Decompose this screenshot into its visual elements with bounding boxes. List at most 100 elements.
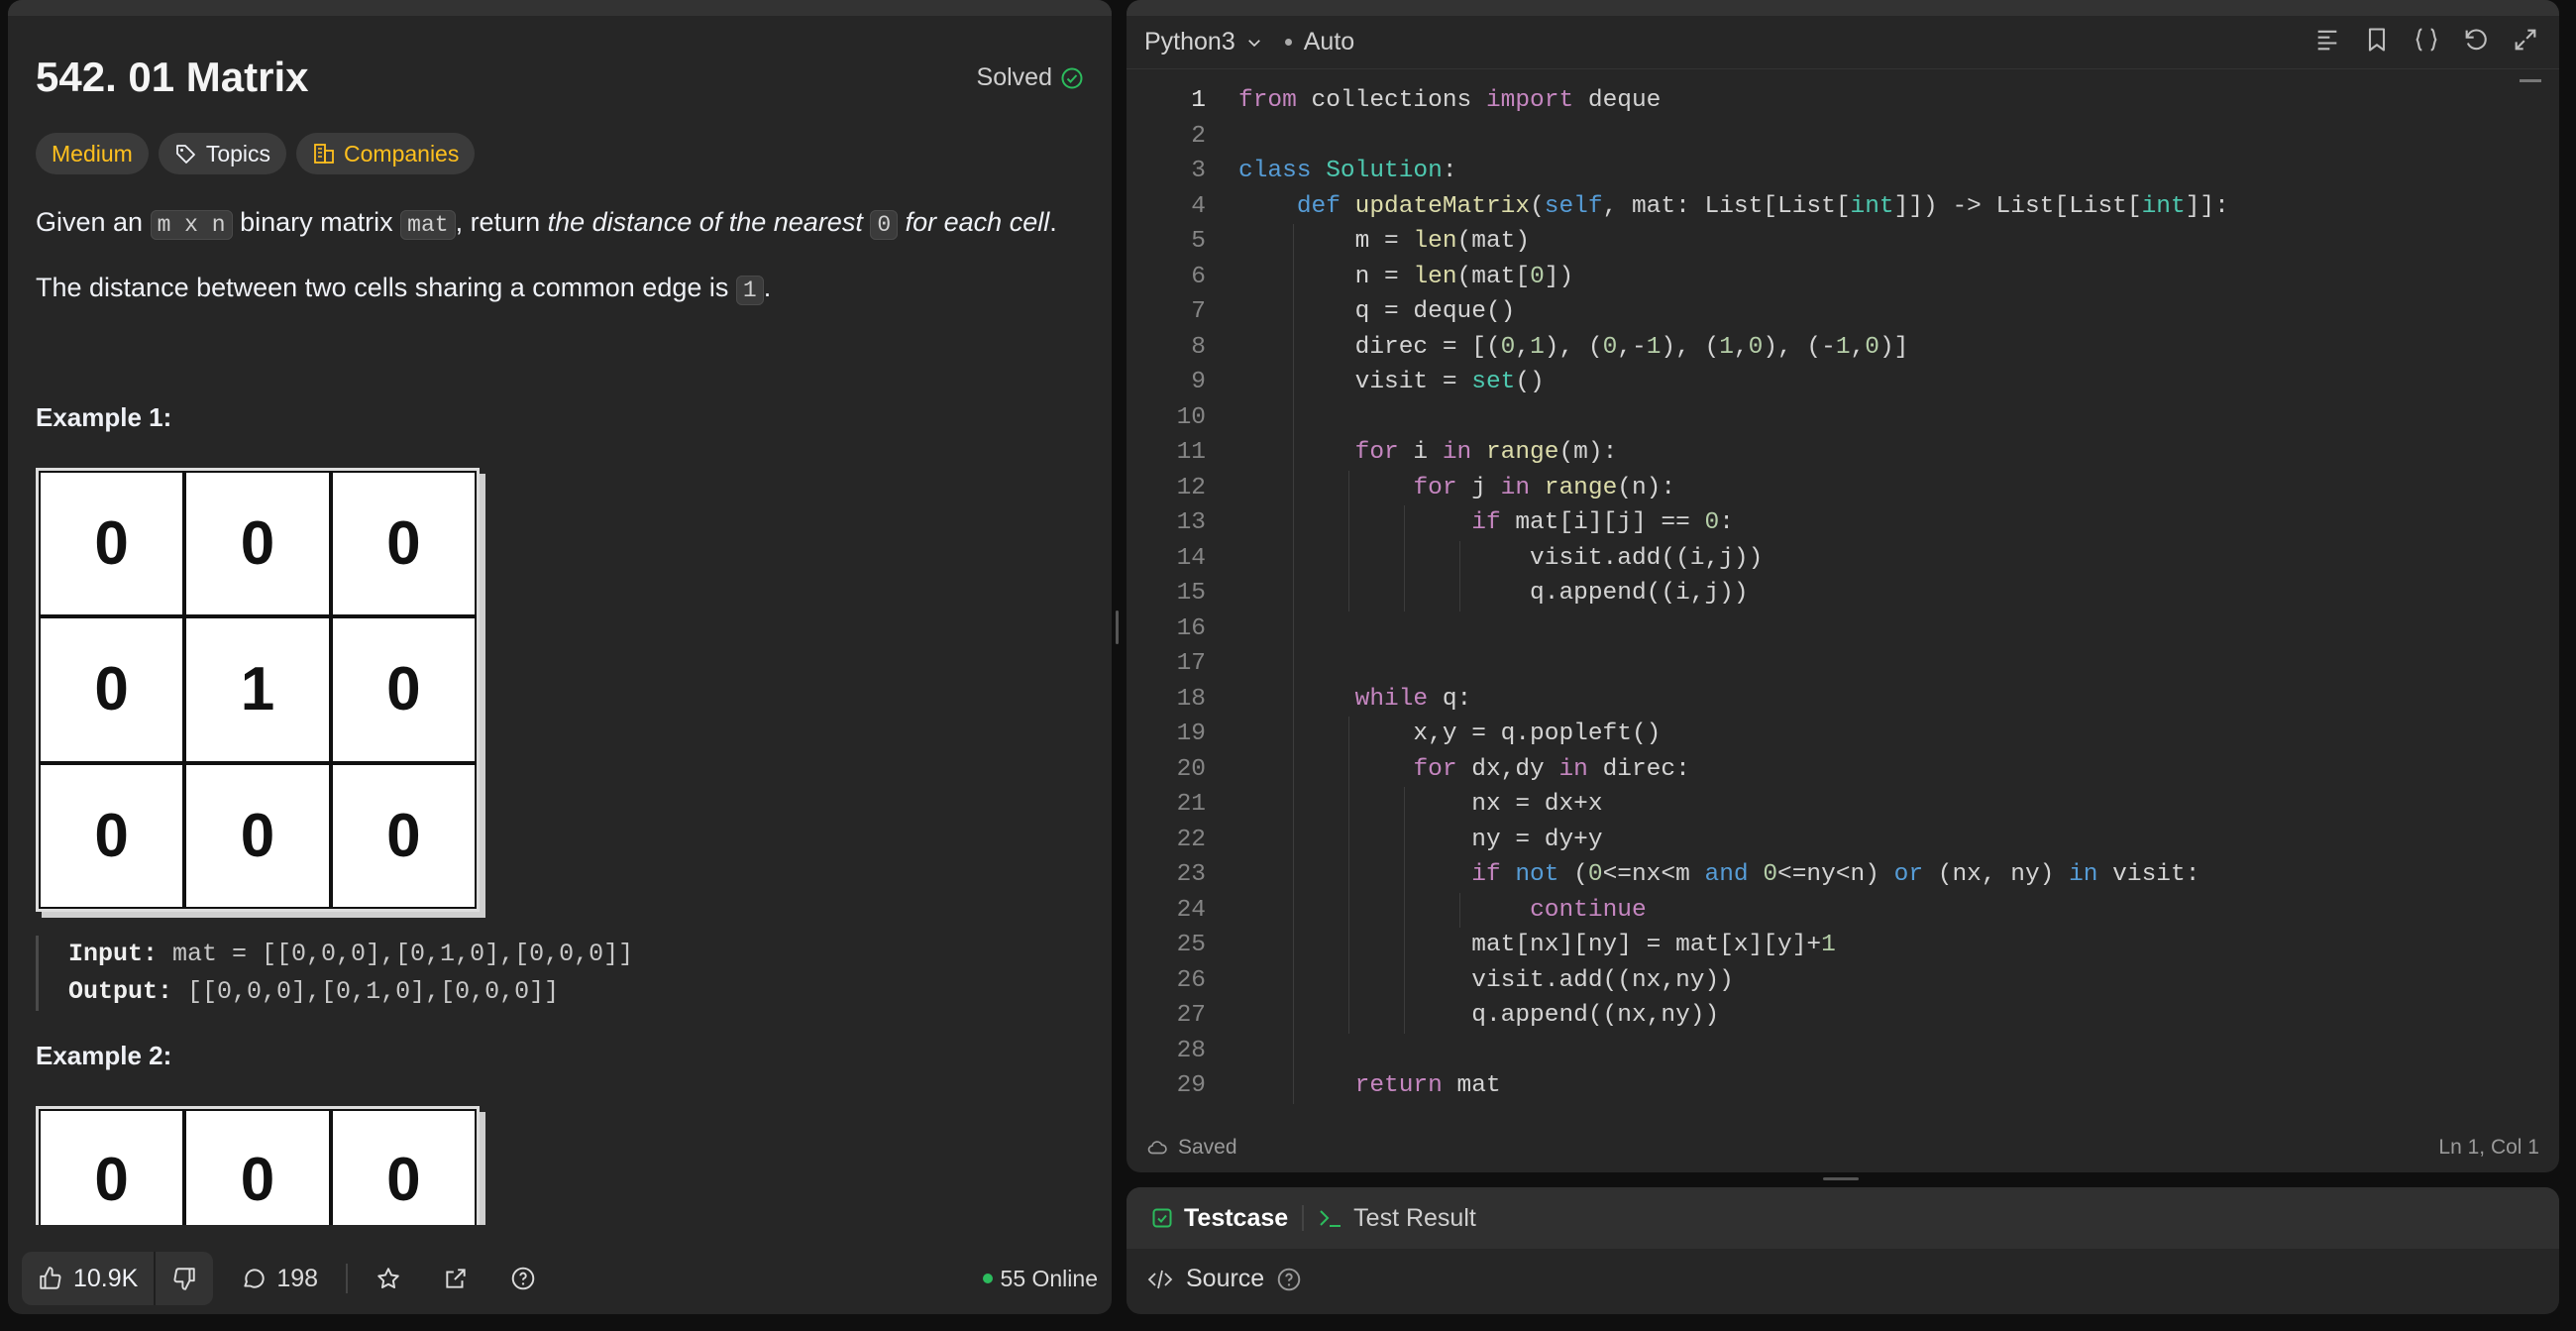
panel-tab-strip xyxy=(1127,0,2559,16)
code-line: 19 x,y = q.popleft() xyxy=(1127,717,2539,752)
grid-cell: 0 xyxy=(39,762,185,909)
source-toggle[interactable]: Source xyxy=(1146,1265,1302,1293)
tab-testcase[interactable]: Testcase xyxy=(1150,1204,1288,1233)
bookmark-icon[interactable] xyxy=(2363,26,2391,54)
braces-icon[interactable] xyxy=(2413,26,2440,54)
code-line: 10 xyxy=(1127,399,2539,435)
like-count: 10.9K xyxy=(73,1264,139,1292)
grid-cell: 0 xyxy=(330,762,477,909)
thumbs-up-icon xyxy=(40,1267,61,1289)
code-line: 20 for dx,dy in direc: xyxy=(1127,751,2539,787)
vertical-resize-handle[interactable] xyxy=(1116,610,1119,644)
example-1-title: Example 1: xyxy=(36,402,172,432)
horizontal-resize-handle[interactable] xyxy=(1823,1177,1859,1180)
editor-status-bar: Saved Ln 1, Col 1 xyxy=(1127,1123,2559,1172)
vote-box: 10.9K xyxy=(22,1252,214,1305)
dislike-button[interactable] xyxy=(156,1252,213,1305)
favorite-button[interactable] xyxy=(362,1266,415,1291)
tag-row: Medium Topics Companies xyxy=(36,133,476,174)
code-line: 6 n = len(mat[0]) xyxy=(1127,259,2539,294)
share-icon xyxy=(446,1269,466,1288)
grid-cell: 0 xyxy=(39,1109,185,1225)
code-line: 14 visit.add((i,j)) xyxy=(1127,540,2539,576)
reset-icon[interactable] xyxy=(2462,26,2490,54)
code-area[interactable]: 1 from collections import deque 2 3 class … xyxy=(1127,83,2539,1104)
example-2-grid-image: 0 0 0 xyxy=(36,1106,480,1225)
tab-test-result[interactable]: Test Result xyxy=(1318,1204,1476,1233)
code-line: 25 mat[nx][ny] = mat[x][y]+1 xyxy=(1127,928,2539,963)
grid-cell: 0 xyxy=(330,471,477,617)
code-line: 4 def updateMatrix(self, mat: List[List[… xyxy=(1191,192,2229,220)
code-icon xyxy=(1147,1270,1173,1288)
cursor-position: Ln 1, Col 1 xyxy=(2438,1136,2539,1159)
code-line: 28 xyxy=(1127,1033,2539,1068)
problem-description: 542. 01 Matrix Solved Medium Topics Comp… xyxy=(36,16,1088,1225)
difficulty-tag[interactable]: Medium xyxy=(36,133,149,174)
check-circle-icon xyxy=(1061,67,1083,88)
format-lines-icon[interactable] xyxy=(2313,26,2341,54)
grid-cell: 0 xyxy=(330,616,477,763)
grid-cell: 0 xyxy=(39,471,185,617)
comment-count: 198 xyxy=(276,1264,319,1292)
problem-title: 542. 01 Matrix xyxy=(36,54,309,100)
code-line: 11 for i in range(m): xyxy=(1127,435,2539,471)
code-line: 15 q.append((i,j)) xyxy=(1127,576,2539,611)
example-1-grid-image: 0 0 0 0 1 0 0 0 0 xyxy=(36,468,480,912)
solved-status: Solved xyxy=(977,63,1084,92)
solved-label: Solved xyxy=(976,63,1052,91)
help-button[interactable] xyxy=(496,1266,550,1291)
checkbox-icon xyxy=(1152,1208,1172,1228)
editor-scroll-marker xyxy=(2520,79,2541,82)
grid-cell: 0 xyxy=(330,1109,477,1225)
code-line: 22 ny = dy+y xyxy=(1127,822,2539,857)
grid-cell: 0 xyxy=(39,616,185,763)
grid-cell: 1 xyxy=(184,616,331,763)
question-circle-icon[interactable] xyxy=(1276,1267,1302,1292)
editor-toolbar: Python3 Auto xyxy=(1127,16,2559,69)
code-line: 8 direc = [(0,1), (0,-1), (1,0), (-1,0)] xyxy=(1127,329,2539,365)
code-line: 12 for j in range(n): xyxy=(1127,470,2539,505)
expand-icon[interactable] xyxy=(2512,26,2539,54)
online-dot xyxy=(982,1274,993,1283)
comment-icon xyxy=(244,1269,265,1288)
code-line: 27 q.append((nx,ny)) xyxy=(1127,998,2539,1034)
code-line: 18 while q: xyxy=(1127,681,2539,717)
auto-mode-toggle[interactable]: Auto xyxy=(1285,28,1354,56)
code-line: 17 xyxy=(1127,646,2539,682)
chevron-down-icon xyxy=(1247,39,1260,47)
problem-footer: 10.9K 198 55 Online xyxy=(8,1243,1112,1314)
comments-button[interactable]: 198 xyxy=(227,1265,332,1293)
code-line: 29 return mat xyxy=(1127,1068,2539,1104)
star-icon xyxy=(377,1268,399,1288)
testcase-panel: Testcase Test Result Source xyxy=(1127,1187,2559,1314)
language-select[interactable]: Python3 xyxy=(1144,28,1263,56)
code-line: 21 nx = dx+x xyxy=(1127,787,2539,823)
question-circle-icon xyxy=(511,1267,535,1290)
code-line: 13 if mat[i][j] == 0: xyxy=(1127,505,2539,541)
bottom-tabs: Testcase Test Result xyxy=(1127,1187,2559,1249)
online-indicator: 55 Online xyxy=(982,1266,1098,1292)
description-paragraph-1: Given an m x n binary matrix mat, return… xyxy=(36,207,1057,240)
companies-tag[interactable]: Companies xyxy=(296,133,476,174)
code-line: 5 m = len(mat) xyxy=(1127,224,2539,260)
code-line: 9 visit = set() xyxy=(1127,365,2539,400)
code-line: 23 if not (0<=nx<m and 0<=ny<n) or (nx, … xyxy=(1127,857,2539,893)
saved-status: Saved xyxy=(1146,1136,1237,1160)
problem-panel: 542. 01 Matrix Solved Medium Topics Comp… xyxy=(8,0,1112,1314)
thumbs-down-icon xyxy=(173,1268,196,1290)
share-button[interactable] xyxy=(429,1266,483,1291)
code-line: 26 visit.add((nx,ny)) xyxy=(1127,962,2539,998)
cloud-icon xyxy=(1147,1141,1167,1155)
topics-tag[interactable]: Topics xyxy=(158,133,287,174)
panel-tab-strip xyxy=(8,0,1112,16)
grid-cell: 0 xyxy=(184,471,331,617)
code-line: 24 continue xyxy=(1127,892,2539,928)
terminal-icon xyxy=(1320,1210,1342,1227)
grid-cell: 0 xyxy=(184,1109,331,1225)
code-line: 16 xyxy=(1127,610,2539,646)
code-editor-panel: Python3 Auto 1 from collections import de… xyxy=(1127,0,2559,1172)
example-1-io: Input: mat = [[0,0,0],[0,1,0],[0,0,0]] O… xyxy=(36,936,633,1011)
like-button[interactable]: 10.9K xyxy=(22,1252,154,1305)
building-icon xyxy=(314,144,334,164)
example-2-title: Example 2: xyxy=(36,1041,172,1070)
